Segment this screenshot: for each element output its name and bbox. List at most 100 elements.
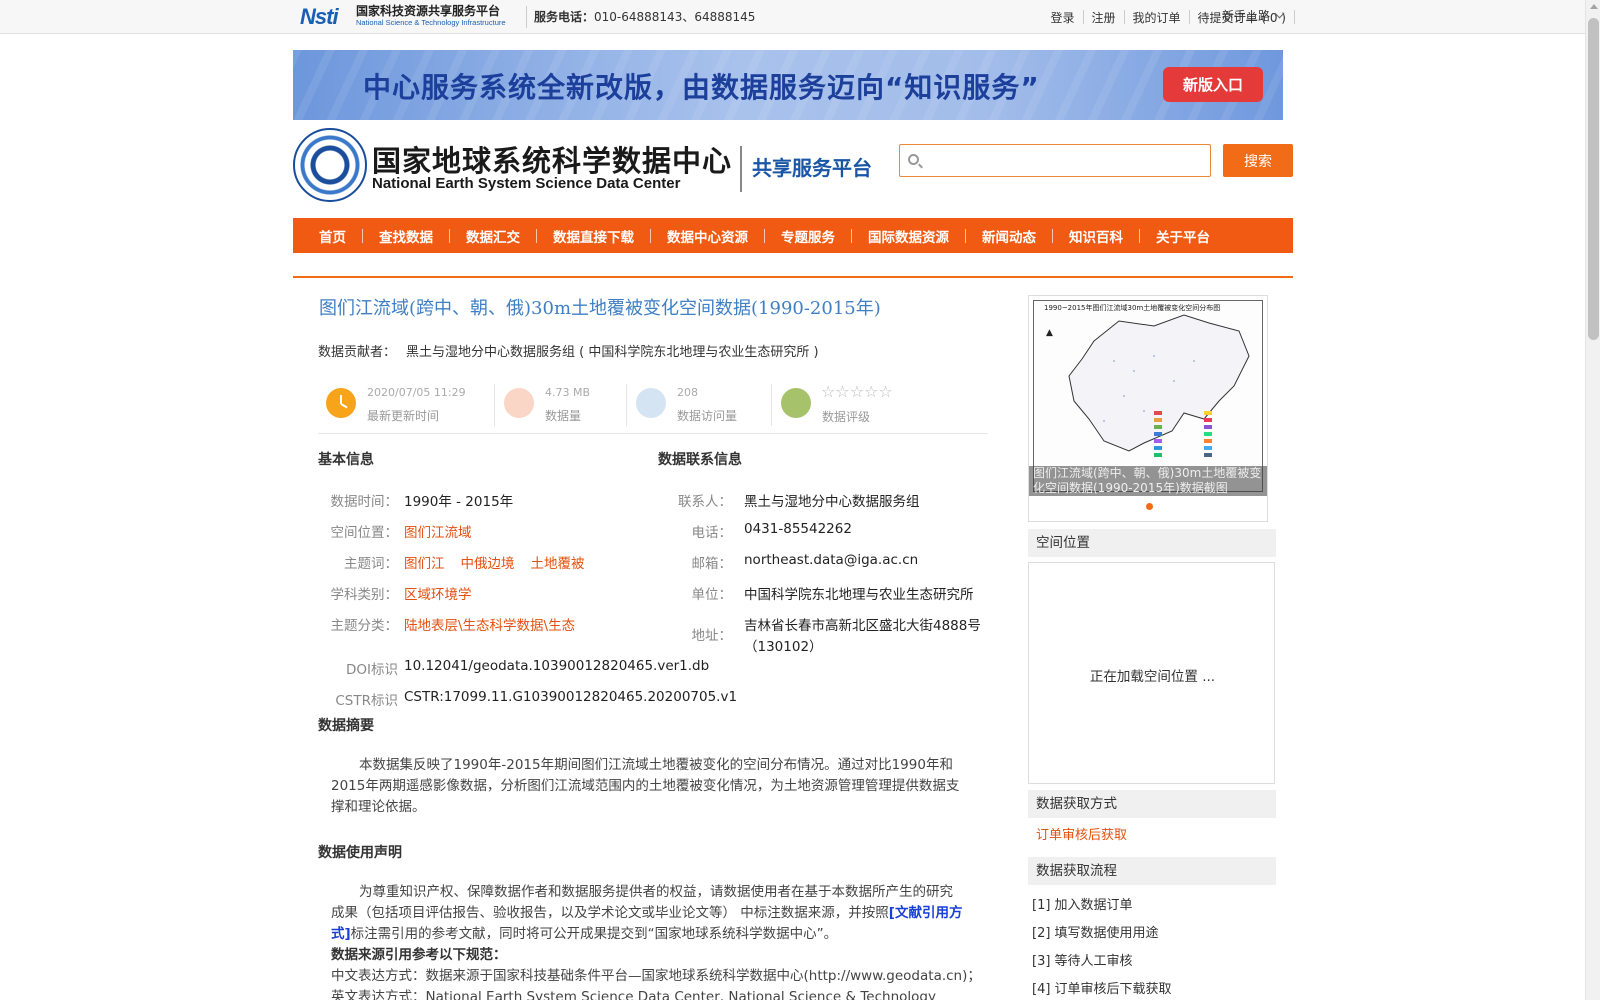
- data-time-value: 1990年 - 2015年: [404, 494, 514, 510]
- flow-step: [1] 加入数据订单: [1032, 898, 1133, 913]
- contact-person-label: 联系人：: [678, 494, 732, 510]
- nav-find-data[interactable]: 查找数据: [363, 226, 449, 246]
- database-icon: [504, 388, 534, 418]
- contact-person-value: 黑土与湿地分中心数据服务组: [744, 494, 920, 510]
- contact-email-label: 邮箱：: [691, 556, 733, 572]
- data-center-name-en: National Earth System Science Data Cente…: [372, 175, 681, 192]
- thumbnail-caption: 图们江流域(跨中、朝、俄)30m土地覆被变化空间数据(1990-2015年)数据…: [1029, 466, 1267, 496]
- map-loading-text: 正在加载空间位置 ...: [1089, 669, 1216, 685]
- topic-label: 主题分类：: [330, 618, 399, 634]
- header-divider: [740, 146, 742, 192]
- usage-heading: 数据使用声明: [318, 845, 402, 861]
- nav-direct-download[interactable]: 数据直接下载: [537, 226, 650, 246]
- nav-topic-services[interactable]: 专题服务: [765, 226, 851, 246]
- keyword-link[interactable]: 中俄边境: [461, 556, 515, 572]
- cursor-icon: [636, 388, 666, 418]
- chevron-down-icon: [1274, 8, 1285, 19]
- thumbnail-map-graphic: ▲: [1046, 314, 1250, 457]
- subject-link[interactable]: 区域环境学: [404, 583, 472, 603]
- dataset-thumbnail-carousel[interactable]: 1990~2015年图们江流域30m土地覆被变化空间分布图 ▲ 图们江流域(跨中…: [1028, 295, 1268, 522]
- platform-name: 共享服务平台: [752, 156, 872, 180]
- search-input[interactable]: [926, 147, 1206, 174]
- my-orders-link[interactable]: 我的订单: [1125, 9, 1189, 26]
- nsti-logo-cn: 国家科技资源共享服务平台: [356, 4, 501, 18]
- cstr-value: CSTR:17099.11.G10390012820465.20200705.v…: [404, 689, 738, 705]
- subject-label: 学科类别：: [330, 587, 399, 603]
- contact-address-postcode: （130102）: [744, 639, 823, 655]
- keyword-link[interactable]: 土地覆被: [531, 556, 585, 572]
- main-nav: 首页 查找数据 数据汇交 数据直接下载 数据中心资源 专题服务 国际数据资源 新…: [293, 218, 1293, 253]
- scroll-up-arrow-icon[interactable]: [1590, 4, 1598, 9]
- flow-step: [3] 等待人工审核: [1032, 954, 1133, 969]
- nav-news[interactable]: 新闻动态: [966, 226, 1052, 246]
- contact-phone-label: 电话：: [691, 525, 733, 541]
- topic-link[interactable]: 陆地表层\生态科学数据\生态: [404, 614, 575, 634]
- nav-about[interactable]: 关于平台: [1140, 226, 1226, 246]
- nav-center-resources[interactable]: 数据中心资源: [651, 226, 764, 246]
- content-top-line: [293, 276, 1293, 278]
- abstract-heading: 数据摘要: [318, 718, 374, 734]
- doi-value: 10.12041/geodata.10390012820465.ver1.db: [404, 658, 710, 674]
- contact-unit-label: 单位：: [691, 587, 733, 603]
- contact-address-value: 吉林省长春市高新北区盛北大街4888号: [744, 618, 981, 634]
- spatial-location-map[interactable]: 正在加载空间位置 ...: [1028, 562, 1275, 784]
- usage-text: 为尊重知识产权、保障数据作者和数据服务提供者的权益，请数据使用者在基于本数据所产…: [331, 884, 981, 1000]
- access-method-heading: 数据获取方式: [1028, 790, 1276, 818]
- nsti-logo-mark: Nsti: [300, 4, 339, 29]
- service-phone: 服务电话：010-64888143、64888145: [534, 10, 756, 24]
- citation-format-link[interactable]: [文献引用方: [889, 905, 963, 921]
- contact-address-label: 地址：: [691, 628, 733, 644]
- flow-step: [2] 填写数据使用用途: [1032, 926, 1159, 941]
- stat-rating: ☆☆☆☆☆ 数据评级: [773, 382, 973, 426]
- keywords-label: 主题词：: [344, 556, 398, 572]
- banner-text: 中心服务系统全新改版，由数据服务迈向“知识服务”: [363, 71, 1040, 104]
- nsti-logo[interactable]: Nsti 国家科技资源共享服务平台 National Science & Tec…: [300, 2, 522, 32]
- login-link[interactable]: 登录: [1043, 9, 1083, 26]
- cstr-label: CSTR标识: [335, 693, 398, 709]
- stat-size: 4.73 MB 数据量: [496, 382, 626, 426]
- stat-updated: 2020/07/05 11:29 最新更新时间: [318, 382, 488, 426]
- announcement-banner[interactable]: 中心服务系统全新改版，由数据服务迈向“知识服务” 新版入口: [293, 50, 1283, 120]
- nsti-logo-en: National Science & Technology Infrastruc…: [356, 18, 506, 27]
- contact-info-heading: 数据联系信息: [658, 452, 742, 468]
- dataset-thumbnail-image[interactable]: 1990~2015年图们江流域30m土地覆被变化空间分布图 ▲: [1033, 300, 1263, 492]
- location-link[interactable]: 图们江流域: [404, 521, 472, 541]
- nav-data-submit[interactable]: 数据汇交: [450, 226, 536, 246]
- contact-phone-value: 0431-85542262: [744, 521, 852, 537]
- flow-step: [4] 订单审核后下载获取: [1032, 982, 1172, 997]
- access-method-link[interactable]: 订单审核后获取: [1036, 824, 1127, 843]
- basic-info-heading: 基本信息: [318, 452, 374, 468]
- contact-email-value: northeast.data@iga.ac.cn: [744, 552, 919, 568]
- citation-format-link-cont[interactable]: 式]: [331, 926, 351, 942]
- register-link[interactable]: 注册: [1084, 9, 1124, 26]
- search-button[interactable]: 搜索: [1223, 144, 1293, 177]
- page-scrollbar[interactable]: [1585, 0, 1600, 1000]
- clock-icon: [326, 388, 356, 418]
- rating-stars[interactable]: ☆☆☆☆☆: [821, 382, 893, 401]
- divider: [526, 6, 527, 28]
- nav-home[interactable]: 首页: [303, 226, 362, 246]
- new-version-button[interactable]: 新版入口: [1163, 67, 1263, 102]
- data-center-name-cn: 国家地球系统科学数据中心: [372, 144, 733, 178]
- access-flow-heading: 数据获取流程: [1028, 857, 1276, 885]
- scrollbar-thumb[interactable]: [1588, 18, 1599, 340]
- search-icon: [908, 154, 919, 165]
- stat-visits: 208 数据访问量: [628, 382, 768, 426]
- newbie-guide-dropdown[interactable]: 新手上路: [1222, 7, 1285, 24]
- data-center-logo-icon[interactable]: [293, 128, 367, 202]
- location-label: 空间位置：: [330, 525, 399, 541]
- dataset-stats: 2020/07/05 11:29 最新更新时间 4.73 MB 数据量 208 …: [318, 378, 988, 434]
- data-time-label: 数据时间：: [330, 494, 399, 510]
- nav-international[interactable]: 国际数据资源: [852, 226, 965, 246]
- svg-text:▲: ▲: [1046, 328, 1053, 338]
- keyword-link[interactable]: 图们江: [404, 556, 445, 572]
- contact-unit-value: 中国科学院东北地理与农业生态研究所: [744, 587, 974, 603]
- doi-label: DOI标识: [345, 662, 398, 678]
- star-icon: [781, 388, 811, 418]
- carousel-dot[interactable]: [1146, 503, 1153, 510]
- dataset-title: 图们江流域(跨中、朝、俄)30m土地覆被变化空间数据(1990-2015年): [319, 298, 881, 319]
- abstract-text: 本数据集反映了1990年-2015年期间图们江流域土地覆被变化的空间分布情况。通…: [331, 757, 960, 815]
- search-box: [899, 144, 1211, 177]
- top-bar: Nsti 国家科技资源共享服务平台 National Science & Tec…: [0, 0, 1585, 34]
- nav-knowledge[interactable]: 知识百科: [1053, 226, 1139, 246]
